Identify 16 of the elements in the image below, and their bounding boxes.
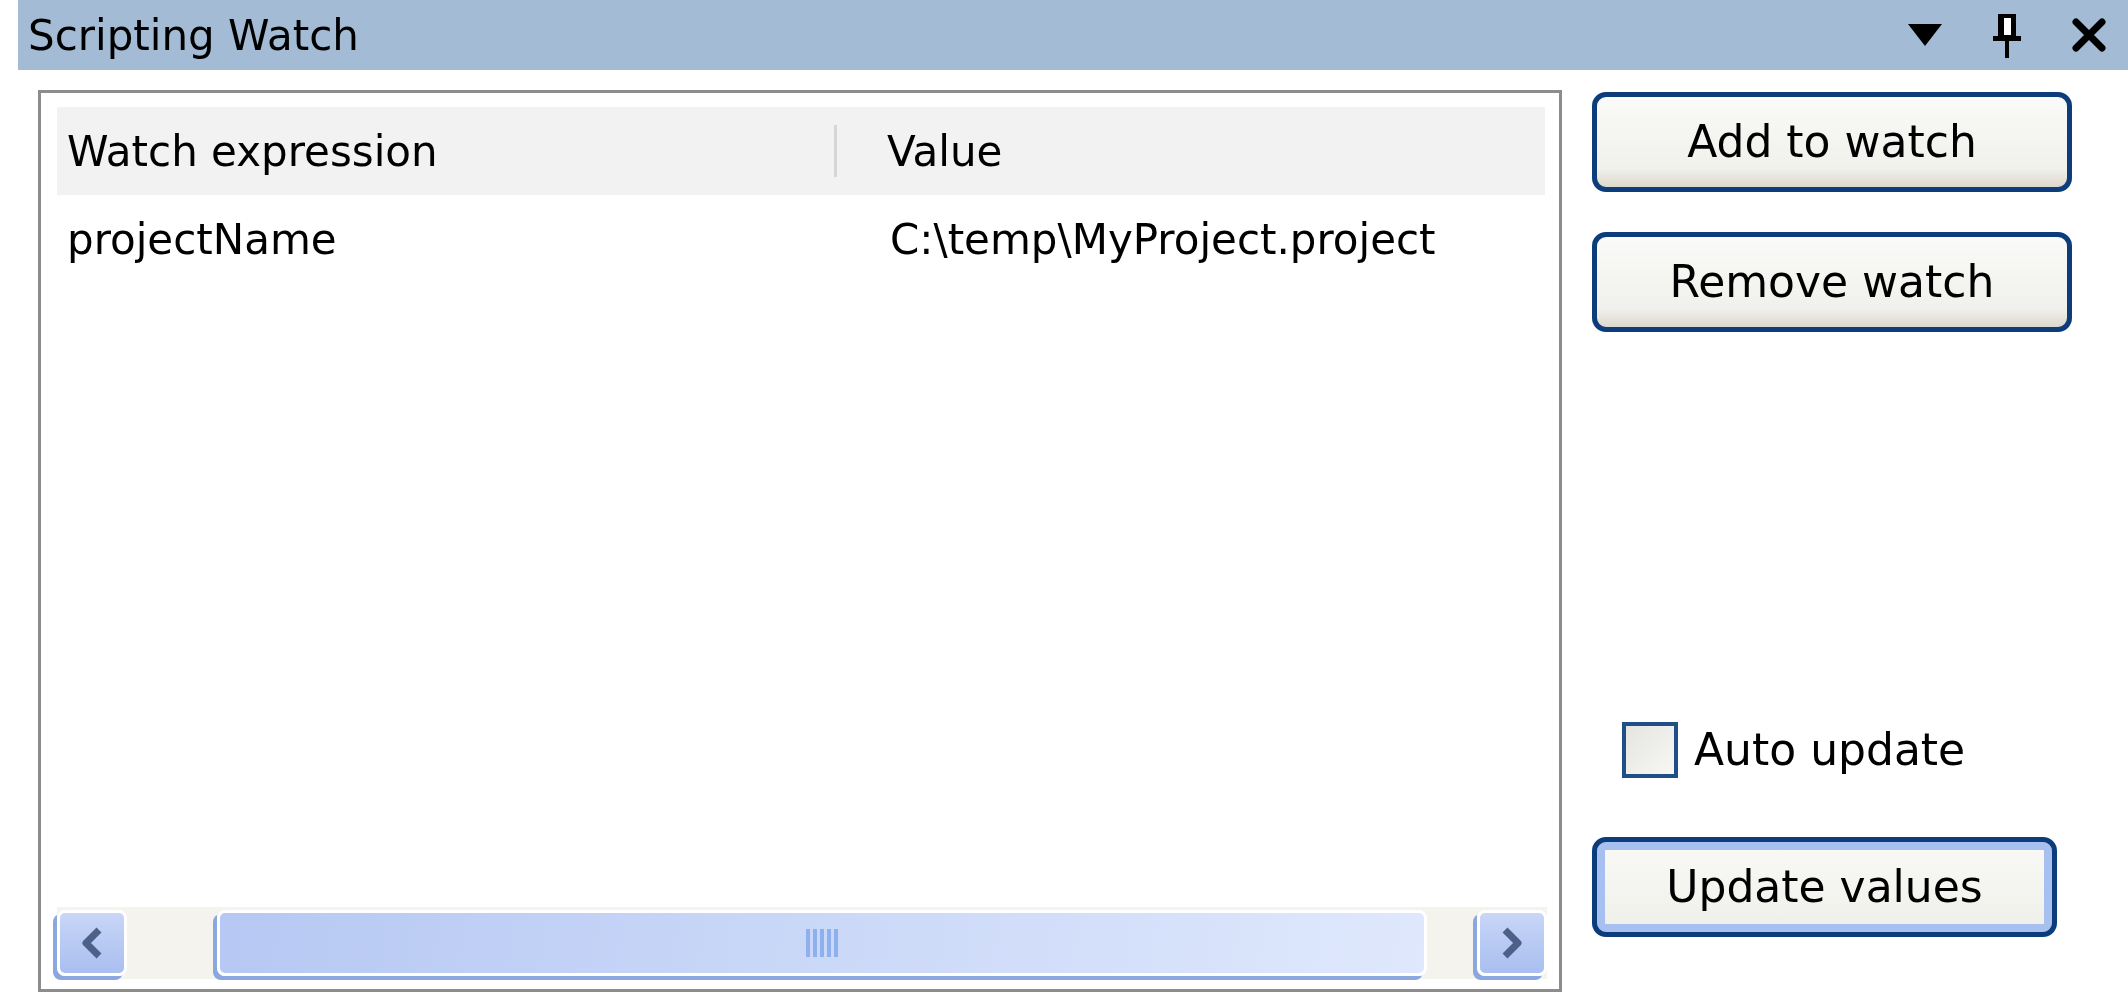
chevron-left-icon	[81, 926, 103, 960]
table-cell-text: projectName	[66, 213, 338, 266]
action-button[interactable]: Add to watch	[1592, 92, 2072, 192]
window-title: Scripting Watch	[28, 9, 360, 62]
grip-icon	[806, 929, 838, 957]
column-header[interactable]: Value	[887, 119, 1003, 183]
table-cell-text: C:\temp\MyProject.project	[890, 213, 1436, 266]
pin-icon[interactable]	[1992, 12, 2022, 58]
close-icon[interactable]	[2072, 18, 2106, 52]
action-button[interactable]: Update values	[1592, 837, 2057, 937]
chevron-right-icon	[1501, 926, 1523, 960]
action-button[interactable]: Remove watch	[1592, 232, 2072, 332]
dropdown-icon[interactable]	[1908, 24, 1942, 46]
checkbox-label: Auto update	[1694, 723, 1966, 777]
column-header[interactable]: Watch expression	[57, 125, 837, 177]
checkbox[interactable]	[1622, 722, 1678, 778]
